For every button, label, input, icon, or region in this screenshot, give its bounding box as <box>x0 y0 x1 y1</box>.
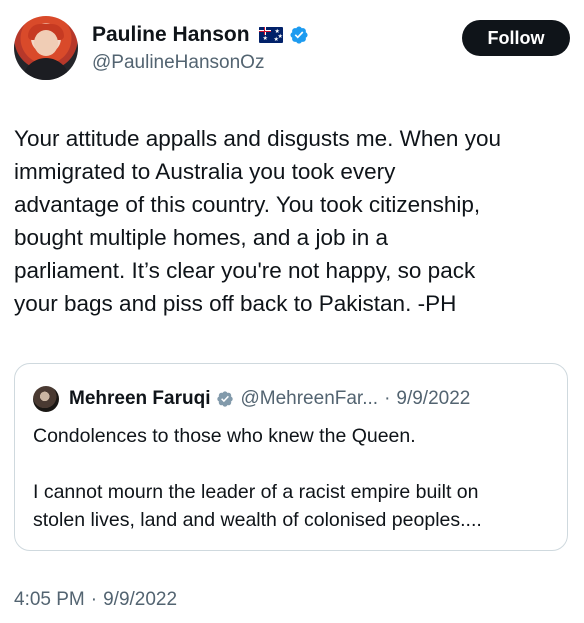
author-display-name[interactable]: Pauline Hanson <box>92 23 250 47</box>
verified-badge-icon <box>289 26 308 44</box>
verified-badge-icon <box>217 391 234 407</box>
quoted-author-display-name: Mehreen Faruqi <box>69 388 211 409</box>
tweet-time[interactable]: 4:05 PM <box>14 589 85 611</box>
australia-flag-icon: ★ ★ ★ ★ <box>258 27 283 43</box>
author-avatar[interactable] <box>14 16 78 80</box>
quoted-tweet-header: Mehreen Faruqi @MehreenFar... · 9/9/2022 <box>33 386 470 412</box>
separator-dot: · <box>90 589 98 610</box>
separator-dot: · <box>384 388 391 409</box>
author-names: Pauline Hanson ★ ★ ★ ★ @PaulineHansonOz <box>92 22 309 74</box>
tweet: Pauline Hanson ★ ★ ★ ★ @PaulineHansonOz … <box>0 0 584 623</box>
tweet-date[interactable]: 9/9/2022 <box>103 589 177 611</box>
quoted-tweet-date: 9/9/2022 <box>396 388 471 409</box>
follow-button[interactable]: Follow <box>462 20 570 56</box>
quoted-tweet-text: Condolences to those who knew the Queen.… <box>33 425 482 531</box>
quoted-tweet[interactable]: Mehreen Faruqi @MehreenFar... · 9/9/2022… <box>14 363 568 551</box>
tweet-header: Pauline Hanson ★ ★ ★ ★ @PaulineHansonOz … <box>14 14 570 84</box>
tweet-text: Your attitude appalls and disgusts me. W… <box>14 126 501 316</box>
quoted-author-avatar <box>33 386 59 412</box>
tweet-meta: 4:05 PM · 9/9/2022 <box>14 589 177 611</box>
author-handle[interactable]: @PaulineHansonOz <box>92 52 309 74</box>
quoted-author-handle: @MehreenFar... <box>240 388 379 409</box>
